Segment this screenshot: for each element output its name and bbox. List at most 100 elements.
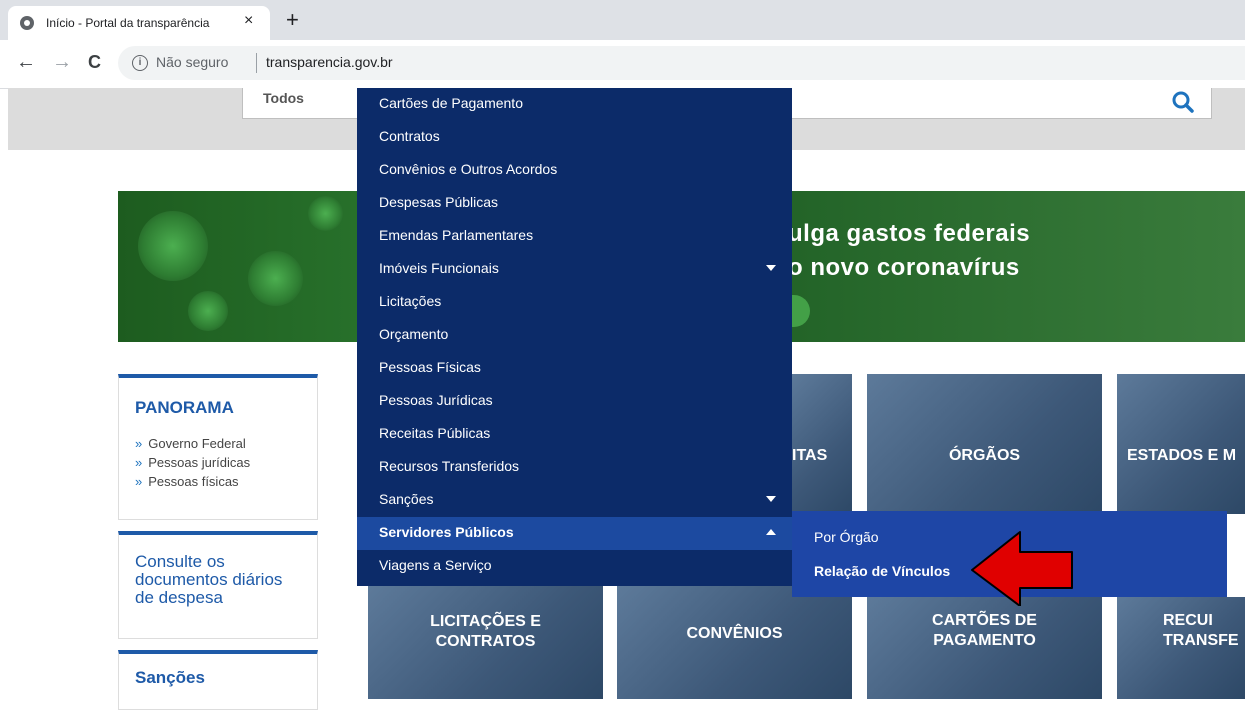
menu-item-label: Viagens a Serviço <box>379 557 492 573</box>
card-convenios-label: CONVÊNIOS <box>686 625 783 642</box>
consultas-dropdown-menu: Cartões de Pagamento Contratos Convênios e… <box>357 88 792 586</box>
panorama-link-pj[interactable]: » Pessoas jurídicas <box>135 453 250 472</box>
menu-item-orcamento[interactable]: Orçamento <box>357 319 792 352</box>
menu-item-viagens-a-servico[interactable]: Viagens a Serviço <box>357 550 792 583</box>
chevron-right-icon: » <box>135 436 143 451</box>
virus-graphic <box>188 291 228 331</box>
red-arrow-icon <box>971 531 1073 606</box>
card-cartoes-line1: CARTÕES DE <box>932 612 1037 629</box>
caret-down-icon[interactable] <box>766 496 776 502</box>
card-receitas-label: ITAS <box>792 447 828 464</box>
menu-item-emendas-parlamentares[interactable]: Emendas Parlamentares <box>357 220 792 253</box>
menu-item-label: Pessoas Jurídicas <box>379 392 493 408</box>
chevron-right-icon: » <box>135 455 143 470</box>
virus-graphic <box>248 251 303 306</box>
card-recursos-label: RECUI TRANSFE <box>1163 611 1239 651</box>
tab-bar: Início - Portal da transparência × + <box>0 0 1245 40</box>
menu-item-label: Servidores Públicos <box>379 524 514 540</box>
menu-item-label: Cartões de Pagamento <box>379 95 523 111</box>
back-button[interactable]: ← <box>16 52 36 72</box>
card-licitacoes-line1: LICITAÇÕES E <box>430 613 541 630</box>
menu-item-recursos-transferidos[interactable]: Recursos Transferidos <box>357 451 792 484</box>
banner-headline: ulga gastos federais o novo coronavírus <box>788 217 1030 285</box>
card-recursos[interactable]: RECUI TRANSFE <box>1117 597 1245 699</box>
menu-item-pessoas-juridicas[interactable]: Pessoas Jurídicas <box>357 385 792 418</box>
sancoes-box[interactable]: Sanções <box>118 650 318 710</box>
url-text[interactable]: transparencia.gov.br <box>266 54 393 70</box>
consulte-label: Consulte os documentos diários de despes… <box>135 552 283 607</box>
info-icon[interactable]: i <box>132 55 148 71</box>
card-licitacoes-line2: CONTRATOS <box>435 633 536 650</box>
menu-item-label: Sanções <box>379 491 434 507</box>
card-cartoes-label: CARTÕES DE PAGAMENTO <box>867 611 1102 651</box>
menu-item-label: Despesas Públicas <box>379 194 499 210</box>
card-recursos-line2: TRANSFE <box>1163 632 1239 649</box>
menu-item-sancoes[interactable]: Sanções <box>357 484 792 517</box>
virus-graphic <box>308 196 343 231</box>
caret-up-icon[interactable] <box>766 529 776 535</box>
card-licitacoes[interactable]: LICITAÇÕES E CONTRATOS <box>368 586 603 699</box>
menu-item-contratos[interactable]: Contratos <box>357 121 792 154</box>
menu-item-imoveis-funcionais[interactable]: Imóveis Funcionais <box>357 253 792 286</box>
banner-line-1: ulga gastos federais <box>788 220 1031 247</box>
search-icon[interactable] <box>1171 90 1195 116</box>
search-input[interactable] <box>790 88 1212 119</box>
url-separator <box>256 53 257 73</box>
link-label: Pessoas jurídicas <box>148 455 251 470</box>
link-label: Governo Federal <box>148 436 246 451</box>
browser-tab[interactable]: Início - Portal da transparência × <box>8 6 270 40</box>
card-orgaos[interactable]: ÓRGÃOS <box>867 374 1102 514</box>
menu-item-label: Imóveis Funcionais <box>379 260 499 276</box>
panorama-title: PANORAMA <box>135 398 234 417</box>
menu-item-label: Receitas Públicas <box>379 425 491 441</box>
menu-item-pessoas-fisicas[interactable]: Pessoas Físicas <box>357 352 792 385</box>
virus-graphic <box>138 211 208 281</box>
menu-item-label: Orçamento <box>379 326 449 342</box>
caret-down-icon[interactable] <box>766 265 776 271</box>
panorama-links: » Governo Federal » Pessoas jurídicas » Pes… <box>135 434 250 491</box>
globe-icon <box>20 16 34 30</box>
url-field[interactable]: i Não seguro transparencia.gov.br <box>118 46 1245 80</box>
menu-item-licitacoes[interactable]: Licitações <box>357 286 792 319</box>
card-convenios[interactable]: CONVÊNIOS <box>617 586 852 699</box>
reload-button[interactable]: C <box>88 52 101 72</box>
card-recursos-line1: RECUI <box>1163 612 1213 629</box>
sancoes-label: Sanções <box>135 668 205 687</box>
panorama-link-pf[interactable]: » Pessoas físicas <box>135 472 250 491</box>
panorama-link-governo[interactable]: » Governo Federal <box>135 434 250 453</box>
card-receitas[interactable]: ITAS <box>792 374 852 514</box>
menu-item-label: Contratos <box>379 128 440 144</box>
card-orgaos-label: ÓRGÃOS <box>948 447 1021 464</box>
tab-title: Início - Portal da transparência <box>46 16 210 30</box>
menu-item-label: Convênios e Outros Acordos <box>379 161 558 177</box>
card-estados-label: ESTADOS E M <box>1127 447 1237 464</box>
menu-item-cartoes-de-pagamento[interactable]: Cartões de Pagamento <box>357 88 792 121</box>
menu-item-label: Licitações <box>379 293 442 309</box>
new-tab-button[interactable]: + <box>286 9 299 31</box>
security-status: Não seguro <box>156 54 229 70</box>
submenu-item-relacao-vinculos[interactable]: Relação de Vínculos <box>814 563 950 579</box>
menu-item-servidores-publicos[interactable]: Servidores Públicos <box>357 517 792 550</box>
submenu-item-por-orgao[interactable]: Por Órgão <box>814 529 879 545</box>
card-cartoes[interactable]: CARTÕES DE PAGAMENTO <box>867 597 1102 699</box>
banner-button[interactable] <box>792 295 810 327</box>
menu-item-label: Emendas Parlamentares <box>379 227 534 243</box>
card-estados[interactable]: ESTADOS E M <box>1117 374 1245 514</box>
menu-item-convenios-e-outros-acordos[interactable]: Convênios e Outros Acordos <box>357 154 792 187</box>
search-filter-label: Todos <box>263 90 304 106</box>
chevron-right-icon: » <box>135 474 143 489</box>
address-bar: ← → C i Não seguro transparencia.gov.br <box>0 40 1245 89</box>
menu-item-receitas-publicas[interactable]: Receitas Públicas <box>357 418 792 451</box>
panorama-box: PANORAMA » Governo Federal » Pessoas juríd… <box>118 374 318 520</box>
menu-item-label: Pessoas Físicas <box>379 359 481 375</box>
card-licitacoes-label: LICITAÇÕES E CONTRATOS <box>368 612 603 652</box>
menu-item-label: Recursos Transferidos <box>379 458 520 474</box>
search-filter-select[interactable]: Todos <box>242 88 364 119</box>
card-cartoes-line2: PAGAMENTO <box>933 632 1036 649</box>
close-icon[interactable]: × <box>244 12 253 30</box>
forward-button[interactable]: → <box>52 52 72 72</box>
consulte-box[interactable]: Consulte os documentos diários de despes… <box>118 531 318 639</box>
menu-item-despesas-publicas[interactable]: Despesas Públicas <box>357 187 792 220</box>
link-label: Pessoas físicas <box>148 474 239 489</box>
banner-line-2: o novo coronavírus <box>788 254 1020 281</box>
